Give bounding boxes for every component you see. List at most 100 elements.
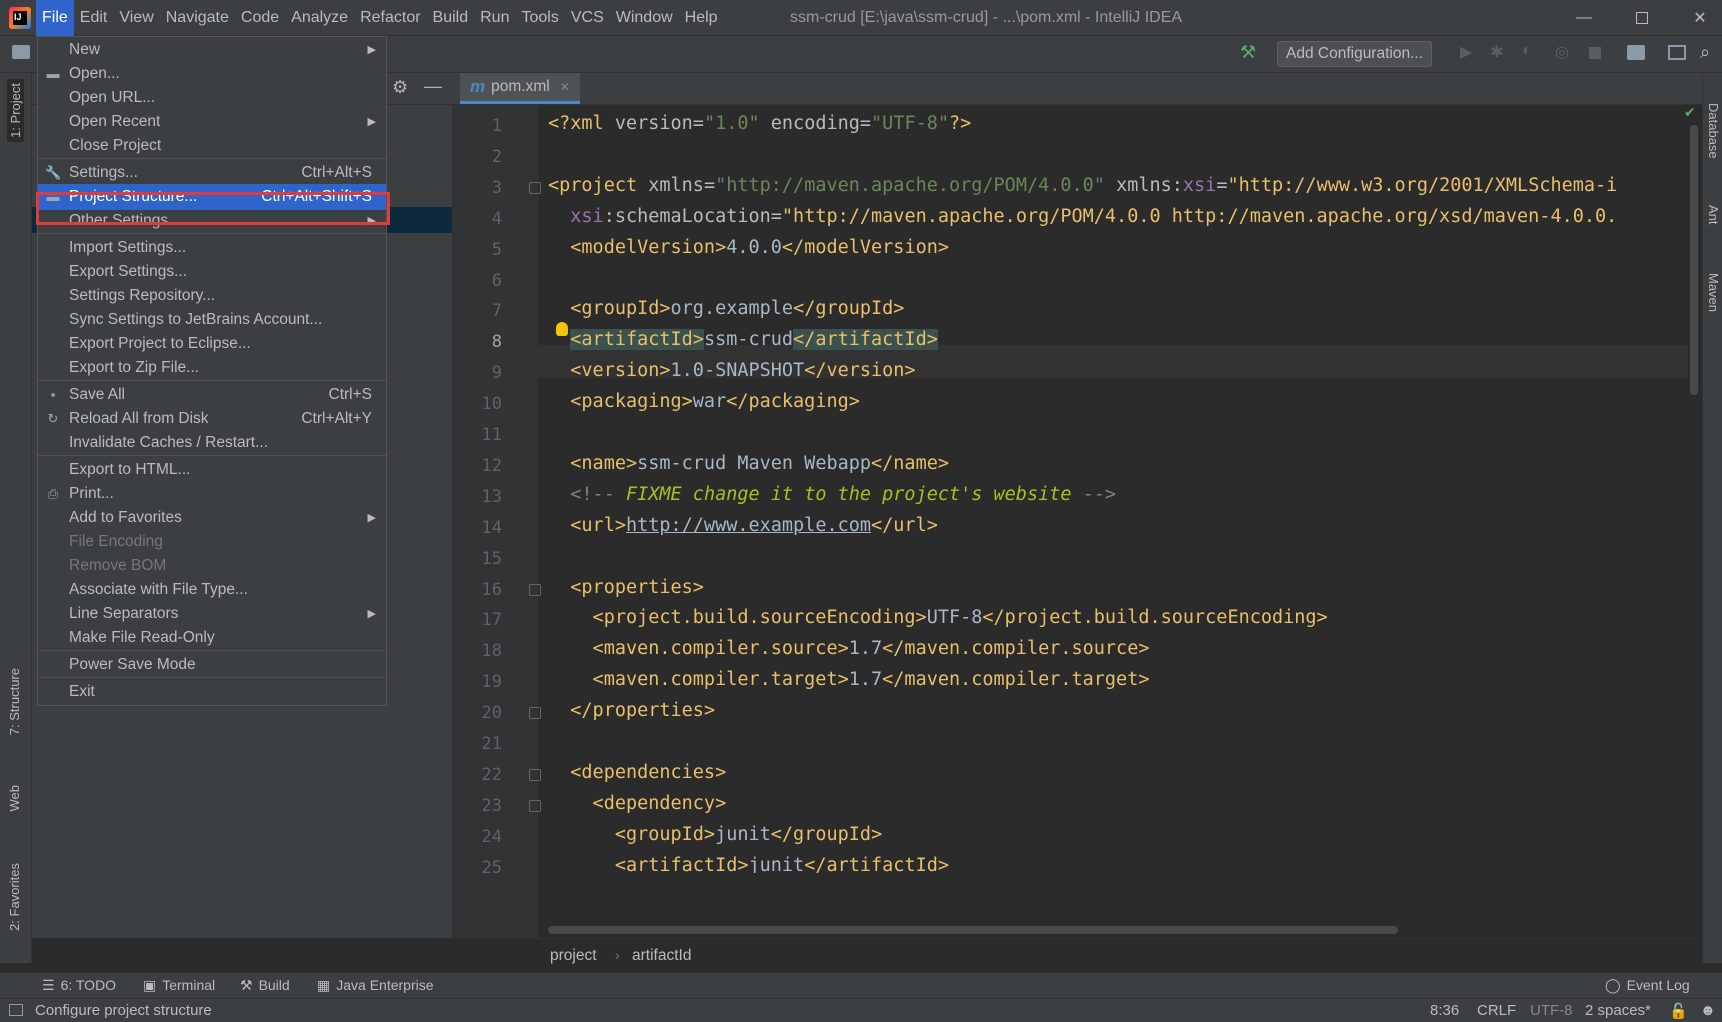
code-line[interactable]: <url>http://www.example.com</url> bbox=[548, 515, 938, 536]
search-everywhere-icon[interactable]: ⌕ bbox=[1700, 42, 1710, 63]
code-line[interactable]: <artifactId>junit</artifactId> bbox=[548, 855, 949, 873]
coverage-icon[interactable]: ◐ bbox=[1522, 42, 1532, 60]
menu-code[interactable]: Code bbox=[235, 0, 285, 36]
code-line[interactable]: <dependencies> bbox=[548, 762, 726, 783]
collapse-icon[interactable]: — bbox=[424, 76, 442, 97]
breadcrumb-item-project[interactable]: project bbox=[550, 947, 597, 965]
menu-edit[interactable]: Edit bbox=[74, 0, 114, 36]
code-line[interactable]: <modelVersion>4.0.0</modelVersion> bbox=[548, 237, 949, 258]
code-line[interactable]: <groupId>junit</groupId> bbox=[548, 824, 882, 845]
breadcrumb-item-artifactid[interactable]: artifactId bbox=[632, 947, 691, 965]
fold-marker-icon[interactable] bbox=[529, 768, 541, 781]
menu-item-export-settings[interactable]: Export Settings... bbox=[38, 259, 386, 285]
editor-horizontal-scrollbar[interactable] bbox=[548, 926, 1398, 934]
tab-close-icon[interactable]: ✕ bbox=[560, 80, 570, 94]
code-line[interactable]: </properties> bbox=[548, 700, 715, 721]
caret-position[interactable]: 8:36 bbox=[1430, 1002, 1459, 1019]
java-enterprise-tab[interactable]: ▦ Java Enterprise bbox=[317, 977, 434, 994]
code-line[interactable]: <!-- FIXME change it to the project's we… bbox=[548, 484, 1116, 505]
code-line[interactable]: <?xml version="1.0" encoding="UTF-8"?> bbox=[548, 113, 971, 134]
database-tool-tab[interactable]: Database bbox=[1706, 103, 1721, 159]
menu-item-make-file-read-only[interactable]: Make File Read-Only bbox=[38, 625, 386, 651]
structure-tool-tab[interactable]: 7: Structure bbox=[7, 668, 22, 735]
code-line[interactable]: <properties> bbox=[548, 577, 704, 598]
terminal-tab[interactable]: ▣ Terminal bbox=[143, 977, 215, 994]
menu-item-new[interactable]: New ▶ bbox=[38, 37, 386, 63]
fold-marker-icon[interactable] bbox=[529, 583, 541, 596]
code-line[interactable]: <project.build.sourceEncoding>UTF-8</pro… bbox=[548, 607, 1328, 628]
code-line[interactable]: <name>ssm-crud Maven Webapp</name> bbox=[548, 453, 949, 474]
menu-item-print[interactable]: ⎙ Print... bbox=[38, 481, 386, 507]
event-log-tab[interactable]: ◯ Event Log bbox=[1605, 977, 1690, 994]
minimize-button[interactable]: — bbox=[1555, 0, 1613, 36]
fold-marker-icon[interactable] bbox=[529, 707, 541, 720]
code-line[interactable]: <artifactId>ssm-crud</artifactId> bbox=[548, 329, 938, 351]
code-line[interactable]: xsi:schemaLocation="http://maven.apache.… bbox=[548, 206, 1617, 227]
menu-window[interactable]: Window bbox=[610, 0, 679, 36]
menu-build[interactable]: Build bbox=[427, 0, 475, 36]
menu-vcs[interactable]: VCS bbox=[565, 0, 610, 36]
line-separator[interactable]: CRLF bbox=[1477, 1002, 1516, 1019]
menu-item-sync-settings-to-jetbrains-account[interactable]: Sync Settings to JetBrains Account... bbox=[38, 307, 386, 333]
editor-vertical-scrollbar[interactable] bbox=[1690, 125, 1698, 395]
menu-item-reload-all-from-disk[interactable]: ↻ Reload All from Disk Ctrl+Alt+Y bbox=[38, 406, 386, 432]
menu-item-add-to-favorites[interactable]: Add to Favorites ▶ bbox=[38, 505, 386, 531]
menu-item-close-project[interactable]: Close Project bbox=[38, 133, 386, 159]
menu-item-remove-bom[interactable]: Remove BOM bbox=[38, 553, 386, 579]
debug-icon[interactable]: ✱ bbox=[1490, 42, 1503, 62]
menu-item-associate-with-file-type[interactable]: Associate with File Type... bbox=[38, 577, 386, 603]
favorites-tool-tab[interactable]: 2: Favorites bbox=[7, 863, 22, 931]
menu-item-exit[interactable]: Exit bbox=[38, 679, 386, 705]
menu-item-open-recent[interactable]: Open Recent ▶ bbox=[38, 109, 386, 135]
menu-analyze[interactable]: Analyze bbox=[285, 0, 354, 36]
maven-tool-tab[interactable]: Maven bbox=[1706, 273, 1721, 312]
menu-item-power-save-mode[interactable]: Power Save Mode bbox=[38, 652, 386, 678]
stop-icon[interactable] bbox=[1589, 47, 1601, 59]
code-line[interactable]: <maven.compiler.source>1.7</maven.compil… bbox=[548, 638, 1150, 659]
inspector-icon[interactable]: ☻ bbox=[1700, 1002, 1716, 1019]
menu-item-invalidate-caches-restart[interactable]: Invalidate Caches / Restart... bbox=[38, 430, 386, 456]
add-configuration-button[interactable]: Add Configuration... bbox=[1277, 41, 1433, 67]
menu-item-save-all[interactable]: ▪ Save All Ctrl+S bbox=[38, 382, 386, 408]
menu-item-open[interactable]: ▬ Open... bbox=[38, 61, 386, 87]
code-line[interactable]: <version>1.0-SNAPSHOT</version> bbox=[548, 360, 915, 381]
build-hammer-icon[interactable]: ⚒ bbox=[1240, 42, 1256, 63]
menu-file[interactable]: File bbox=[36, 0, 74, 36]
menu-item-open-url[interactable]: Open URL... bbox=[38, 85, 386, 111]
menu-navigate[interactable]: Navigate bbox=[160, 0, 235, 36]
fold-marker-icon[interactable] bbox=[529, 181, 541, 194]
menu-item-line-separators[interactable]: Line Separators ▶ bbox=[38, 601, 386, 627]
menu-item-export-project-to-eclipse[interactable]: Export Project to Eclipse... bbox=[38, 331, 386, 357]
tab-pom-xml[interactable]: m pom.xml ✕ bbox=[460, 73, 580, 104]
project-structure-toolbar-icon[interactable] bbox=[1627, 45, 1645, 60]
lock-icon[interactable]: 🔓 bbox=[1669, 1002, 1688, 1020]
status-toggle-icon[interactable] bbox=[9, 1004, 23, 1016]
menu-item-settings[interactable]: 🔧 Settings... Ctrl+Alt+S bbox=[38, 160, 386, 186]
code-line[interactable]: <dependency> bbox=[548, 793, 727, 814]
code-line[interactable]: <maven.compiler.target>1.7</maven.compil… bbox=[548, 669, 1150, 690]
menu-item-settings-repository[interactable]: Settings Repository... bbox=[38, 283, 386, 309]
menu-help[interactable]: Help bbox=[679, 0, 724, 36]
file-encoding[interactable]: UTF-8 bbox=[1530, 1002, 1573, 1019]
code-line[interactable]: <project xmlns="http://maven.apache.org/… bbox=[548, 175, 1617, 196]
menu-item-file-encoding[interactable]: File Encoding bbox=[38, 529, 386, 555]
profile-icon[interactable]: ◎ bbox=[1555, 42, 1569, 62]
menu-item-export-to-html[interactable]: Export to HTML... bbox=[38, 457, 386, 483]
todo-tab[interactable]: ☰ 6: TODO bbox=[42, 977, 116, 994]
project-folder-icon[interactable] bbox=[12, 45, 30, 59]
indent-setting[interactable]: 2 spaces* bbox=[1585, 1002, 1651, 1019]
menu-item-export-to-zip-file[interactable]: Export to Zip File... bbox=[38, 355, 386, 381]
settings-gear-icon[interactable]: ⚙ bbox=[392, 77, 408, 98]
web-tool-tab[interactable]: Web bbox=[7, 785, 22, 812]
window-layout-icon[interactable] bbox=[1668, 45, 1686, 60]
ant-tool-tab[interactable]: Ant bbox=[1706, 205, 1721, 225]
menu-item-import-settings[interactable]: Import Settings... bbox=[38, 235, 386, 261]
project-tool-tab[interactable]: 1: Project bbox=[7, 79, 24, 142]
build-tab[interactable]: ⚒ Build bbox=[240, 977, 290, 994]
code-line[interactable]: <packaging>war</packaging> bbox=[548, 391, 860, 412]
fold-marker-icon[interactable] bbox=[529, 799, 541, 812]
menu-view[interactable]: View bbox=[113, 0, 159, 36]
menu-tools[interactable]: Tools bbox=[515, 0, 564, 36]
menu-refactor[interactable]: Refactor bbox=[354, 0, 426, 36]
run-icon[interactable]: ▶ bbox=[1460, 42, 1472, 62]
